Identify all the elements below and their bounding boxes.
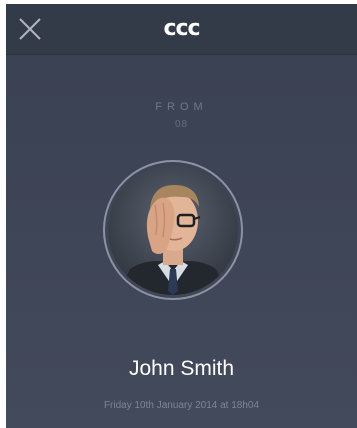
avatar-ring (103, 160, 243, 300)
sender-name: John Smith (128, 357, 235, 380)
from-label: FROM (155, 101, 208, 113)
avatar-photo (108, 165, 238, 295)
from-subtext: 08 (174, 119, 189, 130)
message-screen: ccc FROM 08 John Smith Friday 10th Janua… (6, 4, 357, 428)
message-timestamp: Friday 10th January 2014 at 18h04 (103, 400, 260, 411)
avatar[interactable] (108, 165, 238, 295)
app-logo: ccc (163, 16, 200, 41)
top-bar: ccc (6, 4, 357, 55)
